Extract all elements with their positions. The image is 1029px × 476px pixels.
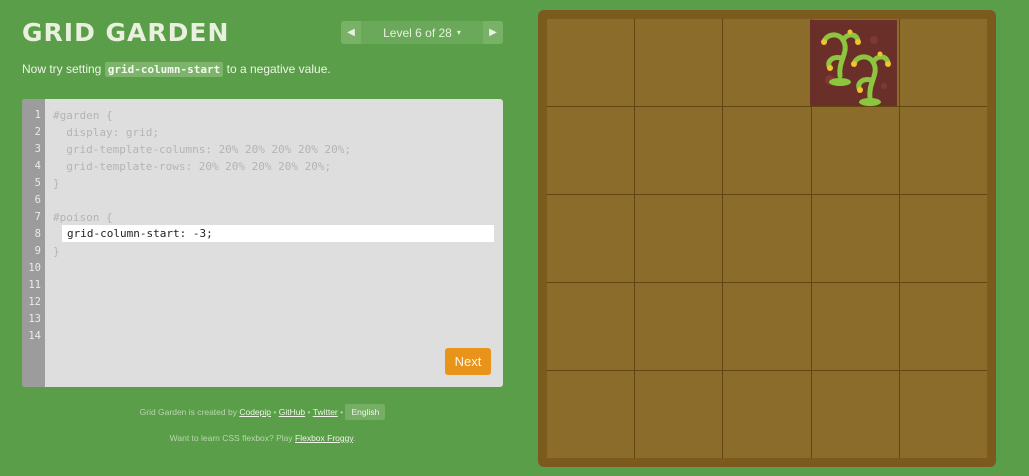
soil-tile (547, 371, 635, 458)
soil-tile (547, 195, 635, 282)
soil-tile (723, 107, 811, 194)
line-number: 10 (28, 262, 41, 274)
soil-tile (635, 195, 723, 282)
footer-flexbox: Want to learn CSS flexbox? Play Flexbox … (22, 433, 503, 443)
language-button[interactable]: English (345, 404, 386, 420)
soil-tile (547, 107, 635, 194)
footer-separator: • (337, 407, 346, 417)
css-input[interactable] (62, 225, 494, 242)
footer-separator: • (271, 407, 279, 417)
css-editor: 1 2 3 4 5 6 7 8 9 10 11 12 13 14 #garden… (22, 99, 503, 387)
soil-tile (635, 371, 723, 458)
line-number: 9 (34, 245, 41, 257)
line-number: 6 (34, 194, 41, 206)
code-line: grid-template-columns: 20% 20% 20% 20% 2… (53, 143, 352, 156)
codepip-link[interactable]: Codepip (239, 407, 271, 417)
garden-board (538, 10, 996, 467)
level-navigation: ◀ Level 6 of 28 ▾ ▶ (341, 21, 503, 44)
soil-tile (811, 371, 899, 458)
poison-weeds-icon (821, 29, 891, 106)
line-number: 7 (34, 211, 41, 223)
github-link[interactable]: GitHub (279, 407, 305, 417)
line-number: 4 (34, 160, 41, 172)
line-number: 13 (28, 313, 41, 325)
soil-tile (547, 19, 635, 106)
soil-tile (899, 283, 987, 370)
prev-level-button[interactable]: ◀ (341, 21, 361, 44)
code-line: } (53, 177, 60, 190)
soil-tile (635, 107, 723, 194)
code-line: #poison { (53, 211, 113, 224)
code-line: grid-template-rows: 20% 20% 20% 20% 20%; (53, 160, 332, 173)
flexbox-froggy-link[interactable]: Flexbox Froggy (295, 433, 353, 443)
level-selector[interactable]: Level 6 of 28 ▾ (361, 21, 483, 44)
soil-tile (811, 195, 899, 282)
level-indicator: Level 6 of 28 (383, 25, 452, 40)
soil-tile (723, 195, 811, 282)
line-number: 14 (28, 330, 41, 342)
soil-tile (899, 19, 987, 106)
soil-tile (899, 107, 987, 194)
chevron-down-icon: ▾ (456, 28, 461, 37)
soil-tile (811, 107, 899, 194)
footer-flexbox-text: Want to learn CSS flexbox? Play (169, 433, 296, 443)
twitter-link[interactable]: Twitter (313, 407, 338, 417)
line-number: 11 (28, 279, 41, 291)
next-button[interactable]: Next (445, 348, 491, 375)
line-number: 5 (34, 177, 41, 189)
code-line: } (53, 245, 60, 258)
game-title: GRID GARDEN (22, 18, 230, 47)
soil-tile (723, 283, 811, 370)
line-number-gutter: 1 2 3 4 5 6 7 8 9 10 11 12 13 14 (22, 99, 45, 387)
instructions-text-after: to a negative value. (223, 62, 331, 76)
soil-tile (899, 371, 987, 458)
line-number: 8 (34, 228, 41, 240)
line-number: 12 (28, 296, 41, 308)
footer-flexbox-suffix: . (352, 433, 356, 443)
instructions-text-before: Now try setting (22, 62, 105, 76)
soil-tile (811, 283, 899, 370)
footer-separator: • (305, 407, 313, 417)
line-number: 2 (34, 126, 41, 138)
instructions-code: grid-column-start (104, 62, 224, 77)
garden-grid (547, 19, 987, 458)
soil-tile (547, 283, 635, 370)
next-level-arrow[interactable]: ▶ (483, 21, 503, 44)
code-line: display: grid; (53, 126, 159, 139)
poison-tile (810, 20, 897, 106)
soil-tile (899, 195, 987, 282)
footer-credits-text: Grid Garden is created by (139, 407, 240, 417)
soil-tile (635, 19, 723, 106)
footer-credits: Grid Garden is created by Codepip • GitH… (22, 404, 503, 420)
line-number: 1 (34, 109, 41, 121)
code-line: #garden { (53, 109, 113, 122)
line-number: 3 (34, 143, 41, 155)
soil-tile (723, 371, 811, 458)
instructions: Now try setting grid-column-start to a n… (22, 62, 331, 77)
soil-tile (635, 283, 723, 370)
soil-tile (723, 19, 811, 106)
